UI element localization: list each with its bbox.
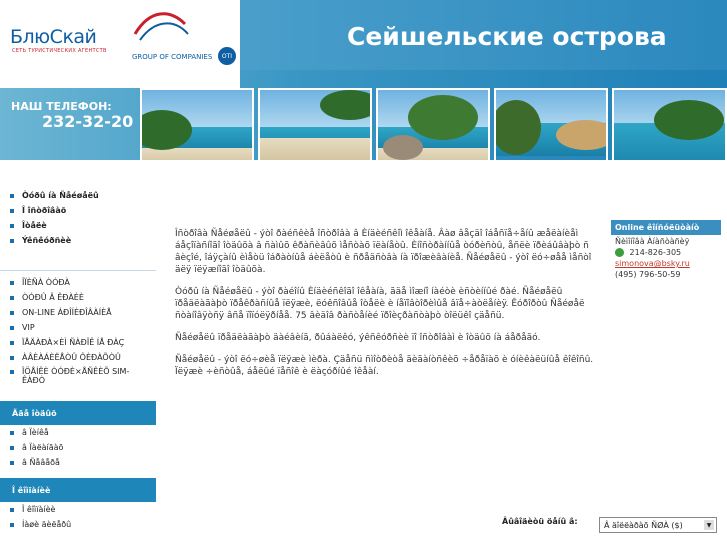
email-link[interactable]: simonova@bsky.ru <box>615 259 690 268</box>
sidebar-link-label: ÏÅÄÀÐÀ×ÈÌ ÑÀÐÎÊ ÍÅ ÐÀÇ <box>22 338 125 347</box>
sidebar-link-5[interactable]: ÏÅÄÀÐÀ×ÈÌ ÑÀÐÎÊ ÍÅ ÐÀÇ <box>0 335 156 350</box>
currency-label: Âûâîäèòü öåíû â: <box>502 517 578 526</box>
otl-badge: OTI <box>218 47 236 65</box>
currency-value: Â äîëëàðàõ ÑØÀ ($) <box>604 520 683 530</box>
sidebar-section-header-2: Î êîìïàíèè <box>0 478 156 502</box>
header-photo-beach-1 <box>140 88 254 160</box>
sidebar-sub-link-label: Î êîìïàíèè <box>22 505 56 514</box>
bullet-icon <box>10 340 14 345</box>
phone-number: 232-32-20 <box>42 112 134 131</box>
bullet-icon <box>10 445 14 450</box>
bullet-icon <box>10 193 14 198</box>
currency-select[interactable]: Â äîëëàðàõ ÑØÀ ($) ▼ <box>599 517 717 533</box>
group-text: GROUP OF COMPANIES <box>132 53 213 61</box>
sidebar-item-label: Ýêñêóðñèè <box>22 236 72 245</box>
sidebar-link-4[interactable]: VIP <box>0 320 156 335</box>
sidebar-item-label: Òóðû íà Ñåéøåëû <box>22 191 99 200</box>
icq-number: 214-826-305 <box>629 248 682 257</box>
article-paragraph: Îñòðîâà Ñåéøåëû - ýòî ðàéñêèå îñòðîâà â … <box>175 229 592 275</box>
sidebar-item-islands[interactable]: Î îñòðîâàõ <box>0 203 156 218</box>
sidebar-link-label: ÎÖÅÍÊÈ ÒÓÐÈ×ÅÑÊÈÕ SIM-ÊÀÐÒ <box>22 367 130 385</box>
article-paragraph: Òóðû íà Ñåéøåëû - ýòî ðàéîíû Èíäèéñêîãî … <box>175 287 585 321</box>
sidebar-link-label: VIP <box>22 323 35 332</box>
sidebar-sub-link-2[interactable]: â Ïàëàíãàõ <box>0 440 156 455</box>
bullet-icon <box>10 223 14 228</box>
sidebar-sub-link-label: â Ïàëàíãàõ <box>22 443 64 452</box>
sidebar-link-3[interactable]: ON-LINE ÁÐÎÍÈÐÎÂÀÍÈÅ <box>0 305 156 320</box>
logo-subtitle: СЕТЬ ТУРИСТИЧЕСКИХ АГЕНТСТВ <box>12 48 107 54</box>
icq-flower-icon <box>615 248 624 257</box>
online-title: Online êîíñóëüòàíò <box>611 220 721 235</box>
bullet-icon <box>10 310 14 315</box>
bullet-icon <box>10 295 14 300</box>
sidebar-sub-link-1[interactable]: â Ïèíêå <box>0 425 156 440</box>
sidebar-sub-link-3[interactable]: â Ñåâåðå <box>0 455 156 470</box>
header-photo-rocks <box>376 88 490 160</box>
sidebar-item-label: Î îñòðîâàõ <box>22 206 67 215</box>
header-photo-pier <box>612 88 727 160</box>
sidebar-divider <box>0 270 156 271</box>
site-header: БлюСкай СЕТЬ ТУРИСТИЧЕСКИХ АГЕНТСТВ GROU… <box>0 0 727 160</box>
bullet-icon <box>10 522 14 527</box>
bullet-icon <box>10 507 14 512</box>
page-title: Сейшельские острова <box>347 22 667 51</box>
sidebar-section-header-1: Ãäå îòäûõ <box>0 401 156 425</box>
bullet-icon <box>10 460 14 465</box>
consultant-name: Ñèìîíîâà Àíàñòàñèÿ <box>615 237 690 246</box>
bullet-icon <box>10 370 14 374</box>
header-photo-beach-2 <box>258 88 372 160</box>
bullet-icon <box>10 208 14 213</box>
article-paragraph: Ñåéøåëû - ýòî ëó÷øèå ïëÿæè ìèðà. Çäåñü ñ… <box>175 355 594 377</box>
sidebar-link-label: ÒÓÐÛ Â ÊÐÀÉÈ <box>22 293 84 302</box>
sidebar-link-1[interactable]: ÎÏÈÑÀ ÒÓÐÀ <box>0 275 156 290</box>
bullet-icon <box>10 430 14 435</box>
online-consultant: Online êîíñóëüòàíò Ñèìîíîâà Àíàñòàñèÿ 21… <box>611 220 721 300</box>
logo[interactable]: БлюСкай СЕТЬ ТУРИСТИЧЕСКИХ АГЕНТСТВ GROU… <box>0 0 240 88</box>
logo-swirl-icon <box>133 12 189 41</box>
sidebar-item-label: Îòåëè <box>22 221 47 230</box>
sidebar-sub-link-label: â Ïèíêå <box>22 428 49 437</box>
article-paragraph: Ñåéøåëû ïðåäëàãàþò äàéâèíã, ðûáàëêó, ýêñ… <box>175 333 541 343</box>
sidebar-sub-link-4[interactable]: Î êîìïàíèè <box>0 502 156 517</box>
icq-line[interactable]: 214-826-305 <box>611 248 721 257</box>
sidebar-item-hotels[interactable]: Îòåëè <box>0 218 156 233</box>
sidebar-sub-link-5[interactable]: Íàøè äèëåðû <box>0 517 156 532</box>
sidebar-item-tours[interactable]: Òóðû íà Ñåéøåëû <box>0 188 156 203</box>
bullet-icon <box>10 325 14 330</box>
bullet-icon <box>10 280 14 285</box>
sidebar-sub-link-label: Íàøè äèëåðû <box>22 520 72 529</box>
sidebar-sub-link-label: â Ñåâåðå <box>22 458 60 467</box>
sidebar-link-label: ÎÏÈÑÀ ÒÓÐÀ <box>22 278 70 287</box>
sidebar-link-6[interactable]: ÀÂÈÀÁÈËÅÒÛ ÔÈÐÀÕÒÛ <box>0 350 156 365</box>
sidebar-link-2[interactable]: ÒÓÐÛ Â ÊÐÀÉÈ <box>0 290 156 305</box>
chevron-down-icon: ▼ <box>704 520 714 530</box>
sidebar-item-excursions[interactable]: Ýêñêóðñèè <box>0 233 156 248</box>
phone-line: (495) 796-50-59 <box>615 270 681 279</box>
sidebar-link-label: ON-LINE ÁÐÎÍÈÐÎÂÀÍÈÅ <box>22 308 112 317</box>
sidebar-link-label: ÀÂÈÀÁÈËÅÒÛ ÔÈÐÀÕÒÛ <box>22 353 121 362</box>
sidebar: Òóðû íà Ñåéøåëû Î îñòðîâàõ Îòåëè Ýêñêóðñ… <box>0 184 156 545</box>
bullet-icon <box>10 238 14 243</box>
email-line[interactable]: simonova@bsky.ru <box>611 259 721 268</box>
article: Îñòðîâà Ñåéøåëû - ýòî ðàéñêèå îñòðîâà â … <box>175 228 605 388</box>
header-photo-resort <box>494 88 608 160</box>
sidebar-link-7[interactable]: ÎÖÅÍÊÈ ÒÓÐÈ×ÅÑÊÈÕ SIM-ÊÀÐÒ <box>0 365 156 393</box>
main-content: Îñòðîâà Ñåéøåëû - ýòî ðàéñêèå îñòðîâà â … <box>157 184 727 545</box>
logo-text: БлюСкай <box>10 26 97 48</box>
bullet-icon <box>10 355 14 360</box>
